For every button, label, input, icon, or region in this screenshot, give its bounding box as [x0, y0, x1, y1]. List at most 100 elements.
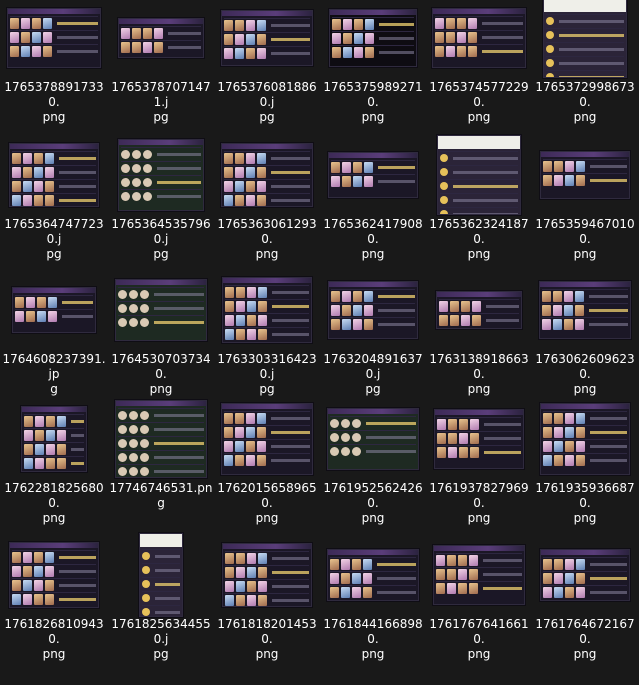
file-name-label: 1764608237391.jp g — [1, 352, 107, 397]
file-item[interactable]: 17653630612930. png — [214, 133, 320, 262]
file-name-line-2: png — [42, 110, 66, 124]
file-item[interactable]: 17653787071471.j pg — [108, 0, 214, 125]
file-name-line-2: png — [361, 511, 385, 525]
file-name-line-1: 17653630612930. — [217, 217, 317, 246]
file-thumbnail[interactable] — [6, 0, 102, 76]
file-name-label: 17619525624260. png — [320, 481, 426, 526]
file-name-label: 17645307037340. png — [108, 352, 214, 397]
file-name-line-1: 17630626096230. — [535, 352, 635, 381]
file-thumbnail[interactable] — [431, 401, 527, 477]
file-thumbnail[interactable] — [325, 401, 421, 477]
file-item[interactable]: 17618182014530. png — [214, 533, 320, 662]
thumbnail-image — [139, 533, 183, 617]
file-thumbnail[interactable] — [113, 400, 209, 478]
file-item[interactable]: 17653594670100. png — [532, 133, 638, 262]
file-thumbnail[interactable] — [113, 0, 209, 76]
file-name-label: 17617676416610. png — [426, 617, 532, 662]
file-name-line-2: pg — [153, 247, 169, 261]
thumbnail-image — [433, 545, 525, 605]
file-item[interactable]: 17618268109430. png — [1, 533, 107, 662]
file-item[interactable]: 17620156589650. png — [214, 397, 320, 526]
thumbnail-image — [9, 542, 99, 608]
file-item[interactable]: 17632048916370.j pg — [320, 268, 426, 397]
file-item[interactable]: 17653645357960.j pg — [108, 133, 214, 262]
thumbnail-image — [118, 139, 204, 211]
file-thumbnail[interactable] — [431, 537, 527, 613]
file-thumbnail[interactable] — [325, 537, 421, 613]
file-thumbnail[interactable] — [219, 401, 315, 477]
file-item[interactable]: 17617646721670. png — [532, 533, 638, 662]
thumbnail-image — [540, 403, 630, 475]
file-thumbnail[interactable] — [325, 272, 421, 348]
file-thumbnail[interactable] — [113, 137, 209, 213]
file-thumbnail[interactable] — [6, 137, 102, 213]
file-name-label: 17619359366870. png — [532, 481, 638, 526]
file-item[interactable]: 17630626096230. png — [532, 268, 638, 397]
file-name-line-2: png — [361, 247, 385, 261]
file-name-label: 17618182014530. png — [214, 617, 320, 662]
file-item[interactable]: 17653624179080. png — [320, 133, 426, 262]
file-item[interactable]: 17618441668980. png — [320, 533, 426, 662]
thumbnail-image — [540, 549, 630, 601]
file-name-label: 17653624179080. png — [320, 217, 426, 262]
file-name-line-1: 17653788917330. — [4, 80, 104, 109]
file-name-line-1: 17653594670100. — [535, 217, 635, 246]
file-item[interactable]: 17619525624260. png — [320, 397, 426, 526]
file-item[interactable]: 17653760818860.j pg — [214, 0, 320, 125]
file-name-line-2: pg — [259, 110, 275, 124]
file-name-label: 17631389186630. png — [426, 352, 532, 397]
file-thumbnail[interactable] — [537, 401, 633, 477]
file-item[interactable]: 1764608237391.jp g — [1, 268, 107, 397]
file-item[interactable]: 17633033164230.j pg — [214, 268, 320, 397]
file-item[interactable]: 17653623241870. png — [426, 133, 532, 262]
file-name-label: 17617646721670. png — [532, 617, 638, 662]
file-thumbnail[interactable] — [325, 137, 421, 213]
file-item[interactable]: 17653745772290. png — [426, 0, 532, 125]
file-thumbnail[interactable] — [113, 272, 209, 348]
file-item[interactable]: 17618256344550.j pg — [108, 533, 214, 662]
file-thumbnail[interactable] — [537, 272, 633, 348]
file-item[interactable]: 17653647477230.j pg — [1, 133, 107, 262]
file-thumbnail[interactable] — [431, 0, 527, 76]
file-thumbnail[interactable] — [113, 533, 209, 617]
thumbnail-image — [115, 400, 207, 478]
file-name-label: 17633033164230.j pg — [214, 352, 320, 397]
file-name-line-2: pg — [46, 247, 62, 261]
file-thumbnail[interactable] — [219, 137, 315, 213]
file-thumbnail[interactable] — [537, 137, 633, 213]
file-name-line-1: 17618268109430. — [4, 617, 104, 646]
file-item[interactable]: 17653788917330. png — [1, 0, 107, 125]
file-thumbnail[interactable] — [219, 537, 315, 613]
file-name-line-2: png — [573, 382, 597, 396]
file-thumbnail[interactable] — [537, 0, 633, 78]
thumbnail-image — [436, 291, 522, 329]
file-thumbnail[interactable] — [6, 537, 102, 613]
file-item[interactable]: 17645307037340. png — [108, 268, 214, 397]
file-thumbnail[interactable] — [325, 0, 421, 76]
file-thumbnail[interactable] — [431, 135, 527, 215]
file-item[interactable]: 17653759892710. png — [320, 0, 426, 125]
file-item[interactable]: 17619359366870. png — [532, 397, 638, 526]
file-name-line-1: 17746746531.png — [109, 481, 213, 510]
file-item[interactable]: 17631389186630. png — [426, 268, 532, 397]
file-thumbnail[interactable] — [431, 272, 527, 348]
file-thumbnail[interactable] — [6, 272, 102, 348]
file-name-line-1: 17653759892710. — [323, 80, 423, 109]
file-item[interactable]: 17746746531.png — [108, 397, 214, 511]
file-name-label: 17653745772290. png — [426, 80, 532, 125]
file-name-line-2: png — [573, 647, 597, 661]
file-thumbnail[interactable] — [219, 0, 315, 76]
file-item[interactable]: 17622818256800. png — [1, 397, 107, 526]
thumbnail-image — [221, 10, 313, 66]
file-name-label: 17630626096230. png — [532, 352, 638, 397]
file-item[interactable]: 17653729986730. png — [532, 0, 638, 125]
file-thumbnail[interactable] — [219, 272, 315, 348]
file-item[interactable]: 17619378279690. png — [426, 397, 532, 526]
thumbnail-image — [437, 135, 521, 215]
file-thumbnail[interactable] — [537, 537, 633, 613]
file-thumbnail[interactable] — [6, 401, 102, 477]
file-name-line-2: png — [573, 110, 597, 124]
file-name-line-2: png — [149, 382, 173, 396]
file-name-line-1: 17619525624260. — [323, 481, 423, 510]
file-item[interactable]: 17617676416610. png — [426, 533, 532, 662]
